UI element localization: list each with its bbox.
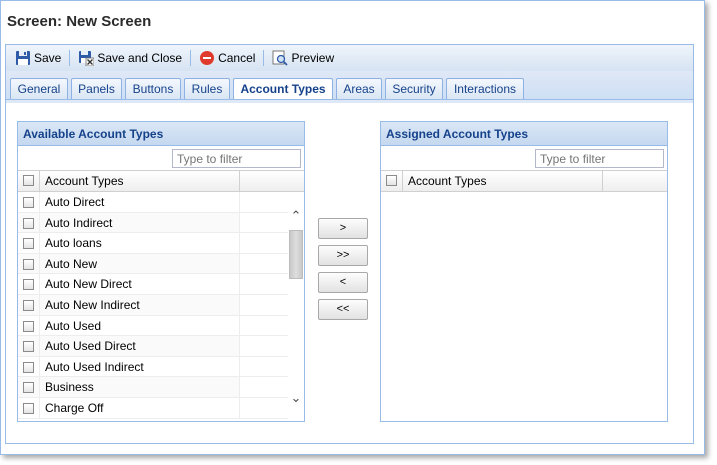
preview-label: Preview	[291, 51, 335, 65]
row-checkbox[interactable]	[23, 320, 34, 332]
remove-selected-button[interactable]: <	[318, 272, 368, 293]
available-select-all-checkbox[interactable]	[23, 175, 34, 186]
row-checkbox[interactable]	[23, 402, 34, 414]
toolbar-separator	[263, 50, 265, 66]
list-item[interactable]: Auto Used	[18, 315, 304, 337]
toolbar-separator	[69, 50, 71, 66]
row-checkbox[interactable]	[23, 361, 34, 373]
cancel-label: Cancel	[218, 51, 256, 65]
tab-general[interactable]: General	[10, 78, 68, 99]
assigned-select-all-cell	[381, 171, 403, 191]
assigned-account-types-panel: Assigned Account Types Account Types	[380, 121, 668, 422]
tab-buttons[interactable]: Buttons	[125, 78, 181, 99]
toolbar: Save Save and Close Cancel Preview	[5, 44, 694, 71]
preview-magnifier-icon	[272, 50, 289, 66]
account-type-name: Auto New Indirect	[40, 294, 240, 315]
tab-security[interactable]: Security	[385, 78, 443, 99]
row-checkbox-cell	[18, 294, 40, 315]
save-button[interactable]: Save	[12, 47, 64, 69]
assigned-grid-header: Account Types	[381, 170, 667, 192]
tab-areas[interactable]: Areas	[336, 78, 382, 99]
save-and-close-button[interactable]: Save and Close	[75, 47, 185, 69]
account-type-name: Auto Used	[40, 315, 240, 336]
assigned-panel-title: Assigned Account Types	[381, 122, 667, 146]
row-checkbox[interactable]	[23, 197, 34, 208]
preview-button[interactable]: Preview	[269, 47, 337, 69]
available-list: Auto Direct Auto Indirect Auto loans Auto N…	[18, 192, 304, 419]
row-checkbox-cell	[18, 315, 40, 336]
tab-rules[interactable]: Rules	[184, 78, 230, 99]
account-type-name: Auto Used Direct	[40, 336, 240, 356]
scroll-down-icon[interactable]: ⌄	[288, 390, 304, 406]
add-selected-button[interactable]: >	[318, 218, 368, 239]
list-item[interactable]: Auto New Direct	[18, 274, 304, 295]
available-scrollbar[interactable]: ⌃ ⌄	[288, 194, 304, 420]
scroll-up-icon[interactable]: ⌃	[288, 208, 304, 224]
list-item[interactable]: Auto New Indirect	[18, 294, 304, 316]
row-checkbox-cell	[18, 274, 40, 294]
tab-account-types[interactable]: Account Types	[233, 78, 333, 100]
assigned-filter-row	[381, 146, 667, 170]
row-checkbox[interactable]	[23, 299, 34, 311]
row-checkbox-cell	[18, 192, 40, 212]
list-item[interactable]: Auto Indirect	[18, 212, 304, 234]
row-checkbox[interactable]	[23, 382, 34, 394]
row-checkbox[interactable]	[23, 258, 34, 270]
save-and-close-label: Save and Close	[97, 51, 183, 65]
account-type-name: Auto Indirect	[40, 212, 240, 233]
list-item[interactable]: Business	[18, 377, 304, 398]
account-type-name: Auto New	[40, 253, 240, 274]
tab-interactions[interactable]: Interactions	[446, 78, 524, 99]
add-all-button[interactable]: >>	[318, 245, 368, 266]
cancel-circle-icon	[199, 50, 215, 66]
account-type-name: Auto loans	[40, 233, 240, 253]
floppy-disk-icon	[15, 50, 31, 66]
save-label: Save	[34, 51, 62, 65]
row-checkbox[interactable]	[23, 217, 34, 229]
available-column-header[interactable]: Account Types	[40, 171, 240, 191]
floppy-disk-close-icon	[78, 50, 95, 67]
available-account-types-panel: Available Account Types Account Types Au…	[17, 121, 305, 422]
available-filter-row	[18, 146, 304, 170]
row-checkbox[interactable]	[23, 238, 34, 250]
available-select-all-cell	[18, 171, 40, 191]
list-item[interactable]: Auto loans	[18, 233, 304, 254]
row-checkbox-cell	[18, 212, 40, 233]
available-grid-header: Account Types	[18, 170, 304, 192]
account-type-name: Auto Used Indirect	[40, 356, 240, 377]
account-type-name: Auto New Direct	[40, 274, 240, 294]
row-checkbox[interactable]	[23, 279, 34, 291]
row-checkbox[interactable]	[23, 341, 34, 353]
account-type-name: Auto Direct	[40, 192, 240, 212]
list-item[interactable]: Auto Used Indirect	[18, 356, 304, 378]
account-type-name: Charge Off	[40, 397, 240, 418]
tab-panels[interactable]: Panels	[71, 78, 122, 99]
toolbar-separator	[190, 50, 192, 66]
row-checkbox-cell	[18, 336, 40, 356]
list-item[interactable]: Auto Used Direct	[18, 336, 304, 357]
account-type-name: Business	[40, 377, 240, 397]
assigned-column-header[interactable]: Account Types	[403, 171, 603, 191]
list-item[interactable]: Auto New	[18, 253, 304, 275]
tab-strip: General Panels Buttons Rules Account Typ…	[5, 71, 694, 100]
list-item[interactable]: Charge Off	[18, 397, 304, 419]
available-panel-title: Available Account Types	[18, 122, 304, 146]
row-checkbox-cell	[18, 377, 40, 397]
assigned-filter-input[interactable]	[535, 149, 664, 168]
assigned-select-all-checkbox[interactable]	[386, 175, 397, 186]
row-checkbox-cell	[18, 233, 40, 253]
scroll-thumb[interactable]	[289, 230, 303, 279]
row-checkbox-cell	[18, 253, 40, 274]
window-title: Screen: New Screen	[7, 13, 152, 30]
list-item[interactable]: Auto Direct	[18, 192, 304, 213]
row-checkbox-cell	[18, 397, 40, 418]
row-checkbox-cell	[18, 356, 40, 377]
cancel-button[interactable]: Cancel	[196, 47, 258, 69]
available-filter-input[interactable]	[172, 149, 301, 168]
remove-all-button[interactable]: <<	[318, 299, 368, 320]
